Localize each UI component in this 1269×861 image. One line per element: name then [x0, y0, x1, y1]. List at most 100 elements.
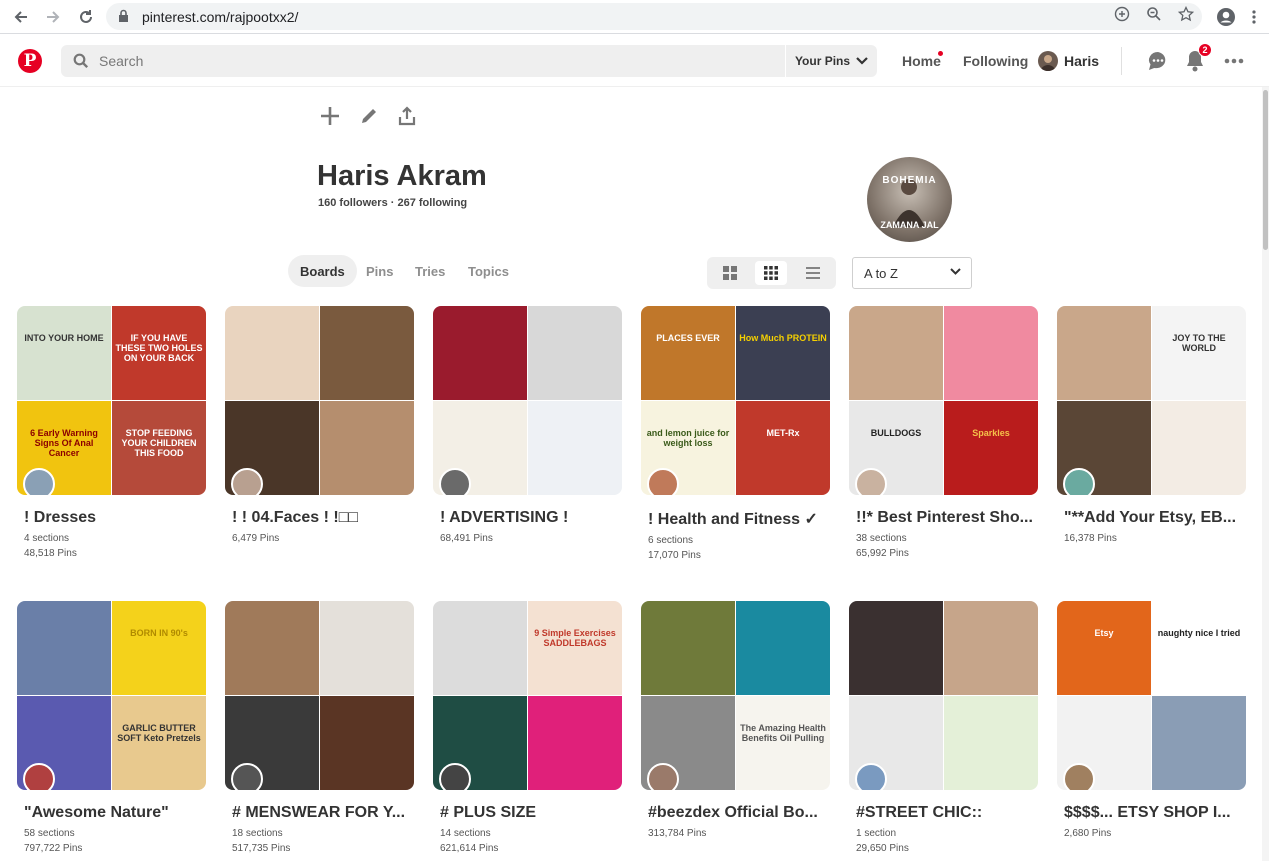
tab-boards[interactable]: Boards — [288, 255, 357, 287]
board-cover[interactable]: BORN IN 90's GARLIC BUTTER SOFT Keto Pret… — [17, 601, 206, 790]
board-title[interactable]: #beezdex Official Bo... — [641, 804, 830, 822]
board-cover[interactable] — [849, 601, 1038, 790]
board-title[interactable]: #STREET CHIC:: — [849, 804, 1038, 822]
board-cover-image — [528, 696, 622, 790]
board-title[interactable]: !!* Best Pinterest Sho... — [849, 509, 1038, 527]
menu-icon[interactable] — [1243, 6, 1265, 28]
board-sections-count: 1 section — [856, 828, 897, 839]
edit-pencil-icon[interactable] — [357, 104, 381, 128]
profile-link[interactable]: Haris — [1064, 53, 1099, 69]
board-card[interactable]: #STREET CHIC:: 1 section29,650 Pins — [849, 601, 1038, 856]
forward-arrow-icon[interactable] — [42, 6, 64, 28]
reload-icon[interactable] — [75, 6, 97, 28]
board-cover-image — [849, 306, 943, 400]
cover-image-caption: The Amazing Health Benefits Oil Pulling — [740, 723, 826, 744]
avatar[interactable] — [1038, 51, 1058, 71]
board-owner-avatar — [855, 763, 887, 790]
avatar-text-bottom: ZAMANA JAL — [880, 220, 939, 230]
board-cover[interactable]: JOY TO THE WORLD — [1057, 306, 1246, 495]
board-pins-count: 16,378 Pins — [1064, 533, 1117, 544]
board-title[interactable]: ! Dresses — [17, 509, 206, 527]
account-icon[interactable] — [1215, 6, 1237, 28]
small-grid-icon[interactable] — [755, 261, 787, 285]
search-bar[interactable] — [61, 45, 785, 77]
board-cover[interactable]: Etsy naughty nice I tried — [1057, 601, 1246, 790]
search-input[interactable] — [99, 45, 759, 77]
board-cover[interactable] — [225, 601, 414, 790]
board-pins-count: 621,614 Pins — [440, 843, 499, 854]
your-pins-dropdown[interactable]: Your Pins — [786, 45, 877, 77]
home-link[interactable]: Home — [902, 53, 941, 69]
board-cover[interactable]: The Amazing Health Benefits Oil Pulling — [641, 601, 830, 790]
add-icon[interactable] — [1113, 5, 1131, 23]
board-cover[interactable]: BULLDOGS Sparkles — [849, 306, 1038, 495]
board-title[interactable]: $$$$... ETSY SHOP I... — [1057, 804, 1246, 822]
tab-tries[interactable]: Tries — [403, 255, 457, 287]
board-cover-image — [528, 401, 622, 495]
board-cover[interactable] — [433, 306, 622, 495]
board-pins-count: 29,650 Pins — [856, 843, 909, 854]
board-owner-avatar — [439, 763, 471, 790]
tab-pins[interactable]: Pins — [354, 255, 405, 287]
board-cover[interactable]: PLACES EVER How Much PROTEIN and lemon jui… — [641, 306, 830, 495]
board-card[interactable]: ! ! 04.Faces ! !□□ 6,479 Pins — [225, 306, 414, 546]
board-card[interactable]: # MENSWEAR FOR Y... 18 sections 517,735 Pi… — [225, 601, 414, 856]
cover-image-caption: 6 Early Warning Signs Of Anal Cancer — [30, 428, 98, 458]
board-meta: 4 sections 48,518 Pins — [17, 531, 206, 561]
board-title[interactable]: # PLUS SIZE — [433, 804, 622, 822]
board-cover[interactable]: INTO YOUR HOME IF YOU HAVE THESE TWO HOLE… — [17, 306, 206, 495]
cover-image-caption: STOP FEEDING YOUR CHILDREN THIS FOOD — [121, 428, 197, 458]
board-cover-image — [736, 601, 830, 695]
board-card[interactable]: BORN IN 90's GARLIC BUTTER SOFT Keto Pret… — [17, 601, 206, 856]
star-icon[interactable] — [1177, 5, 1195, 23]
share-icon[interactable] — [395, 104, 419, 128]
board-card[interactable]: 9 Simple Exercises SADDLEBAGS # PLUS SIZE… — [433, 601, 622, 856]
board-cover-image — [641, 601, 735, 695]
board-title[interactable]: ! Health and Fitness ✓ — [641, 509, 830, 529]
board-pins-count: 2,680 Pins — [1064, 828, 1112, 839]
tab-topics[interactable]: Topics — [456, 255, 521, 287]
pinterest-logo-icon[interactable]: P — [18, 49, 42, 73]
profile-stats[interactable]: 160 followers · 267 following — [318, 197, 467, 209]
board-card[interactable]: INTO YOUR HOME IF YOU HAVE THESE TWO HOLE… — [17, 306, 206, 561]
more-options-icon[interactable] — [1222, 49, 1246, 73]
board-card[interactable]: PLACES EVER How Much PROTEIN and lemon jui… — [641, 306, 830, 563]
board-sections-count: 38 sections — [856, 533, 907, 544]
board-owner-avatar — [439, 468, 471, 495]
board-card[interactable]: BULLDOGS Sparkles !!* Best Pinterest Sho..… — [849, 306, 1038, 561]
sort-dropdown[interactable]: A to Z — [852, 257, 972, 289]
board-cover-image: IF YOU HAVE THESE TWO HOLES ON YOUR BACK — [112, 306, 206, 400]
profile-name: Haris Akram — [317, 160, 487, 192]
profile-avatar[interactable]: BOHEMIA ZAMANA JAL — [867, 157, 952, 242]
board-card[interactable]: ! ADVERTISING ! 68,491 Pins — [433, 306, 622, 546]
board-title[interactable]: ! ADVERTISING ! — [433, 509, 622, 527]
board-cover-image — [225, 601, 319, 695]
board-cover[interactable] — [225, 306, 414, 495]
board-cover-image — [849, 601, 943, 695]
board-cover[interactable]: 9 Simple Exercises SADDLEBAGS — [433, 601, 622, 790]
url-text: pinterest.com/rajpootxx2/ — [142, 9, 299, 25]
list-view-icon[interactable] — [797, 261, 829, 285]
messages-icon[interactable] — [1146, 49, 1170, 73]
board-title[interactable]: "**Add Your Etsy, EB... — [1057, 509, 1246, 527]
cover-image-caption: JOY TO THE WORLD — [1172, 333, 1226, 354]
board-card[interactable]: JOY TO THE WORLD "**Add Your Etsy, EB... 1… — [1057, 306, 1246, 546]
board-meta: 6,479 Pins — [225, 531, 414, 546]
board-title[interactable]: "Awesome Nature" — [17, 804, 206, 822]
following-link[interactable]: Following — [963, 53, 1028, 69]
board-title[interactable]: # MENSWEAR FOR Y... — [225, 804, 414, 822]
address-bar[interactable]: pinterest.com/rajpootxx2/ — [106, 3, 1202, 30]
zoom-icon[interactable] — [1145, 5, 1163, 23]
board-card[interactable]: Etsy naughty nice I tried $$$$... ETSY SHO… — [1057, 601, 1246, 841]
board-cover-image — [17, 601, 111, 695]
board-cover-image: MET-Rx — [736, 401, 830, 495]
scrollbar-thumb[interactable] — [1263, 90, 1268, 250]
cover-image-caption: Sparkles — [972, 428, 1010, 439]
plus-icon[interactable] — [318, 104, 342, 128]
board-card[interactable]: The Amazing Health Benefits Oil Pulling #… — [641, 601, 830, 841]
large-grid-icon[interactable] — [714, 261, 746, 285]
back-arrow-icon[interactable] — [10, 6, 32, 28]
cover-image-caption: MET-Rx — [766, 428, 800, 439]
board-cover-image: BORN IN 90's — [112, 601, 206, 695]
board-title[interactable]: ! ! 04.Faces ! !□□ — [225, 509, 414, 527]
